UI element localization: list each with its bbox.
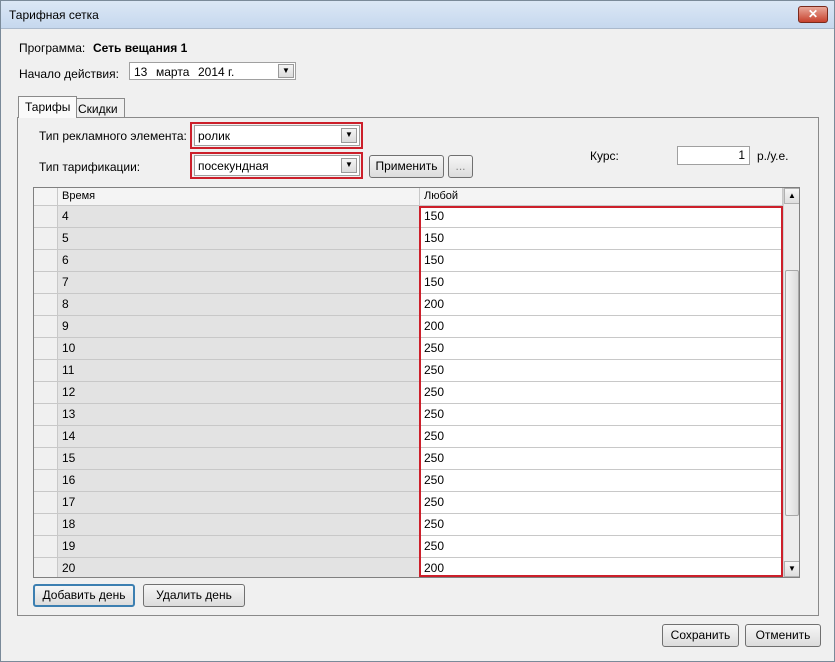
chevron-down-icon[interactable]: ▼ (278, 64, 294, 78)
row-selector[interactable] (34, 316, 58, 338)
time-cell[interactable]: 18 (58, 514, 420, 536)
rate-label: Курс: (590, 149, 619, 163)
tab-discounts[interactable]: Скидки (71, 98, 125, 118)
tab-tariffs-label: Тарифы (25, 100, 71, 114)
tariff-type-value: посекундная (198, 159, 269, 173)
tab-discounts-label: Скидки (78, 102, 118, 116)
time-cell[interactable]: 16 (58, 470, 420, 492)
row-header-corner (34, 188, 58, 206)
row-selector[interactable] (34, 426, 58, 448)
close-icon[interactable]: ✕ (798, 6, 828, 23)
element-type-label: Тип рекламного элемента: (39, 129, 187, 143)
column-header-any[interactable]: Любой (420, 188, 783, 206)
row-selector[interactable] (34, 228, 58, 250)
row-selector[interactable] (34, 338, 58, 360)
chevron-down-icon[interactable]: ▼ (341, 158, 357, 173)
time-cell[interactable]: 11 (58, 360, 420, 382)
save-button[interactable]: Сохранить (662, 624, 739, 647)
row-selector[interactable] (34, 272, 58, 294)
row-selector[interactable] (34, 448, 58, 470)
highlight-frame (419, 206, 783, 577)
tariff-type-select[interactable]: посекундная ▼ (194, 155, 360, 176)
apply-button[interactable]: Применить (369, 155, 444, 178)
chevron-down-icon[interactable]: ▼ (341, 128, 357, 143)
arrow-up-icon[interactable]: ▲ (784, 188, 799, 204)
column-header-time[interactable]: Время (58, 188, 420, 206)
scrollbar-thumb[interactable] (785, 270, 799, 516)
time-cell[interactable]: 5 (58, 228, 420, 250)
time-cell[interactable]: 4 (58, 206, 420, 228)
time-cell[interactable]: 9 (58, 316, 420, 338)
date-month[interactable]: марта (156, 65, 189, 79)
row-selector[interactable] (34, 558, 58, 577)
row-selector[interactable] (34, 404, 58, 426)
time-cell[interactable]: 14 (58, 426, 420, 448)
title-bar: Тарифная сетка ✕ (1, 1, 834, 29)
ellipsis-button[interactable]: ... (448, 155, 473, 178)
tariff-type-label: Тип тарификации: (39, 160, 141, 174)
rate-unit: р./у.е. (757, 149, 789, 163)
start-date-picker[interactable]: 13 марта 2014 г. ▼ (129, 62, 296, 80)
row-selector[interactable] (34, 360, 58, 382)
element-type-select[interactable]: ролик ▼ (194, 125, 360, 146)
time-cell[interactable]: 12 (58, 382, 420, 404)
vertical-scrollbar[interactable]: ▲ ▼ (783, 188, 799, 577)
add-day-button[interactable]: Добавить день (33, 584, 135, 607)
tab-tariffs[interactable]: Тарифы (18, 96, 78, 118)
row-selector[interactable] (34, 514, 58, 536)
time-cell[interactable]: 6 (58, 250, 420, 272)
program-value: Сеть вещания 1 (93, 41, 188, 55)
element-type-value: ролик (198, 129, 231, 143)
row-selector[interactable] (34, 206, 58, 228)
row-selector[interactable] (34, 536, 58, 558)
row-selector[interactable] (34, 382, 58, 404)
time-cell[interactable]: 7 (58, 272, 420, 294)
time-cell[interactable]: 15 (58, 448, 420, 470)
remove-day-button[interactable]: Удалить день (143, 584, 245, 607)
row-selector[interactable] (34, 250, 58, 272)
row-selector[interactable] (34, 492, 58, 514)
start-date-label: Начало действия: (19, 67, 119, 81)
date-year[interactable]: 2014 г. (198, 65, 234, 79)
time-cell[interactable]: 20 (58, 558, 420, 577)
time-cell[interactable]: 13 (58, 404, 420, 426)
program-label: Программа: (19, 41, 86, 55)
date-day[interactable]: 13 (134, 65, 147, 79)
arrow-down-icon[interactable]: ▼ (784, 561, 799, 577)
row-selector[interactable] (34, 470, 58, 492)
rate-input[interactable]: 1 (677, 146, 750, 165)
time-cell[interactable]: 17 (58, 492, 420, 514)
row-selector[interactable] (34, 294, 58, 316)
tariff-grid-window: Тарифная сетка ✕ Программа: Сеть вещания… (0, 0, 835, 662)
window-title: Тарифная сетка (9, 8, 99, 22)
cancel-button[interactable]: Отменить (745, 624, 821, 647)
time-cell[interactable]: 8 (58, 294, 420, 316)
time-cell[interactable]: 19 (58, 536, 420, 558)
time-cell[interactable]: 10 (58, 338, 420, 360)
